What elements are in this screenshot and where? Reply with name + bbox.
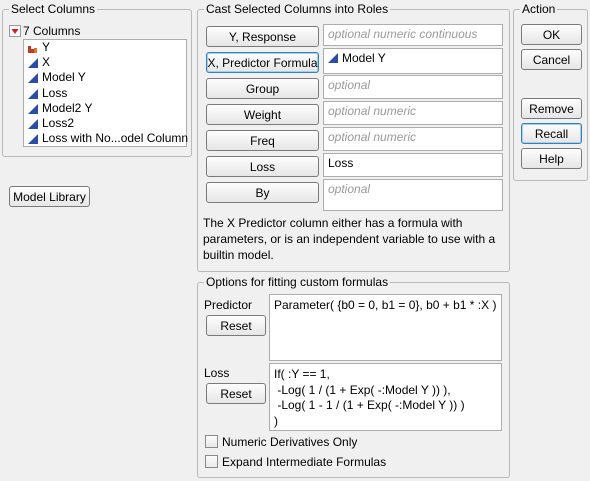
loss-reset-button[interactable]: Reset — [206, 383, 266, 404]
role-button-x-predictor-formula[interactable]: X, Predictor Formula — [206, 52, 319, 73]
ok-button[interactable]: OK — [521, 24, 582, 45]
loss-formula-editor[interactable]: If( :Y == 1, -Log( 1 / (1 + Exp( -:Model… — [269, 363, 502, 431]
continuous-triangle-icon — [28, 88, 38, 99]
list-item-loss-with-no-model-column[interactable]: Loss with No...odel Column — [28, 131, 188, 146]
predictor-reset-button[interactable]: Reset — [206, 315, 266, 336]
role-field-freq[interactable]: optional numeric — [323, 127, 503, 151]
predictor-formula-editor[interactable]: Parameter( {b0 = 0, b1 = 0}, b0 + b1 * :… — [269, 294, 502, 361]
role-placeholder: optional numeric — [328, 104, 417, 118]
list-item-x[interactable]: X — [28, 55, 50, 70]
list-item-label: Model Y — [42, 70, 86, 84]
list-item-label: Y — [42, 40, 51, 54]
role-placeholder: optional numeric continuous — [328, 27, 478, 41]
role-button-loss[interactable]: Loss — [206, 156, 319, 177]
x-predictor-note: The X Predictor column either has a form… — [203, 216, 496, 262]
expand-intermediate-label: Expand Intermediate Formulas — [222, 455, 387, 469]
continuous-triangle-icon — [28, 103, 38, 114]
custom-formula-options-title: Options for fitting custom formulas — [204, 275, 391, 289]
continuous-triangle-icon — [328, 53, 338, 63]
columns-list[interactable]: Y X Model Y Loss Model2 Y Loss2 Loss wit… — [23, 39, 188, 147]
role-button-y-response[interactable]: Y, Response — [206, 26, 319, 47]
role-field-group[interactable]: optional — [323, 75, 503, 99]
predictor-label: Predictor — [204, 298, 253, 312]
role-button-group[interactable]: Group — [206, 78, 319, 99]
role-field-y-response[interactable]: optional numeric continuous — [323, 24, 503, 46]
list-item-label: Loss with No...odel Column — [42, 131, 189, 145]
role-value: Loss — [328, 156, 354, 170]
continuous-triangle-icon — [28, 133, 38, 144]
continuous-triangle-icon — [28, 57, 38, 68]
list-item-label: Model2 Y — [42, 101, 93, 115]
recall-button[interactable]: Recall — [521, 123, 582, 144]
list-item-label: Loss — [42, 86, 68, 100]
nominal-bar-icon — [28, 45, 37, 53]
list-item-loss2[interactable]: Loss2 — [28, 116, 74, 131]
role-field-weight[interactable]: optional numeric — [323, 101, 503, 125]
list-item-model-y[interactable]: Model Y — [28, 70, 86, 85]
continuous-triangle-icon — [28, 118, 38, 129]
loss-formula-label: Loss — [204, 366, 230, 380]
role-button-by[interactable]: By — [206, 182, 319, 203]
role-placeholder: optional numeric — [328, 130, 417, 144]
list-item-label: Loss2 — [42, 116, 75, 130]
disclosure-triangle-icon[interactable] — [9, 24, 21, 37]
numeric-derivatives-checkbox[interactable] — [205, 435, 218, 448]
role-button-freq[interactable]: Freq — [206, 130, 319, 151]
list-item-label: X — [42, 55, 51, 69]
role-field-x-predictor-formula[interactable]: Model Y — [323, 48, 503, 74]
list-item-y[interactable]: Y — [28, 40, 50, 55]
role-field-by[interactable]: optional — [323, 179, 503, 211]
list-item-model2-y[interactable]: Model2 Y — [28, 101, 92, 116]
cast-roles-title: Cast Selected Columns into Roles — [204, 2, 391, 16]
continuous-triangle-icon — [28, 72, 38, 83]
role-field-loss[interactable]: Loss — [323, 153, 503, 177]
role-placeholder: optional — [328, 78, 371, 92]
column-count-disclosure[interactable]: 7 Columns — [9, 23, 80, 38]
role-placeholder: optional — [328, 182, 371, 196]
numeric-derivatives-label: Numeric Derivatives Only — [222, 435, 358, 449]
action-title: Action — [520, 2, 558, 16]
help-button[interactable]: Help — [521, 148, 582, 169]
expand-intermediate-checkbox[interactable] — [205, 455, 218, 468]
role-button-weight[interactable]: Weight — [206, 104, 319, 125]
select-columns-title: Select Columns — [9, 2, 98, 16]
cancel-button[interactable]: Cancel — [521, 49, 582, 70]
role-value: Model Y — [342, 51, 386, 65]
remove-button[interactable]: Remove — [521, 98, 582, 119]
model-library-button[interactable]: Model Library — [9, 186, 90, 207]
column-count-label: 7 Columns — [23, 23, 81, 38]
list-item-loss[interactable]: Loss — [28, 86, 67, 101]
